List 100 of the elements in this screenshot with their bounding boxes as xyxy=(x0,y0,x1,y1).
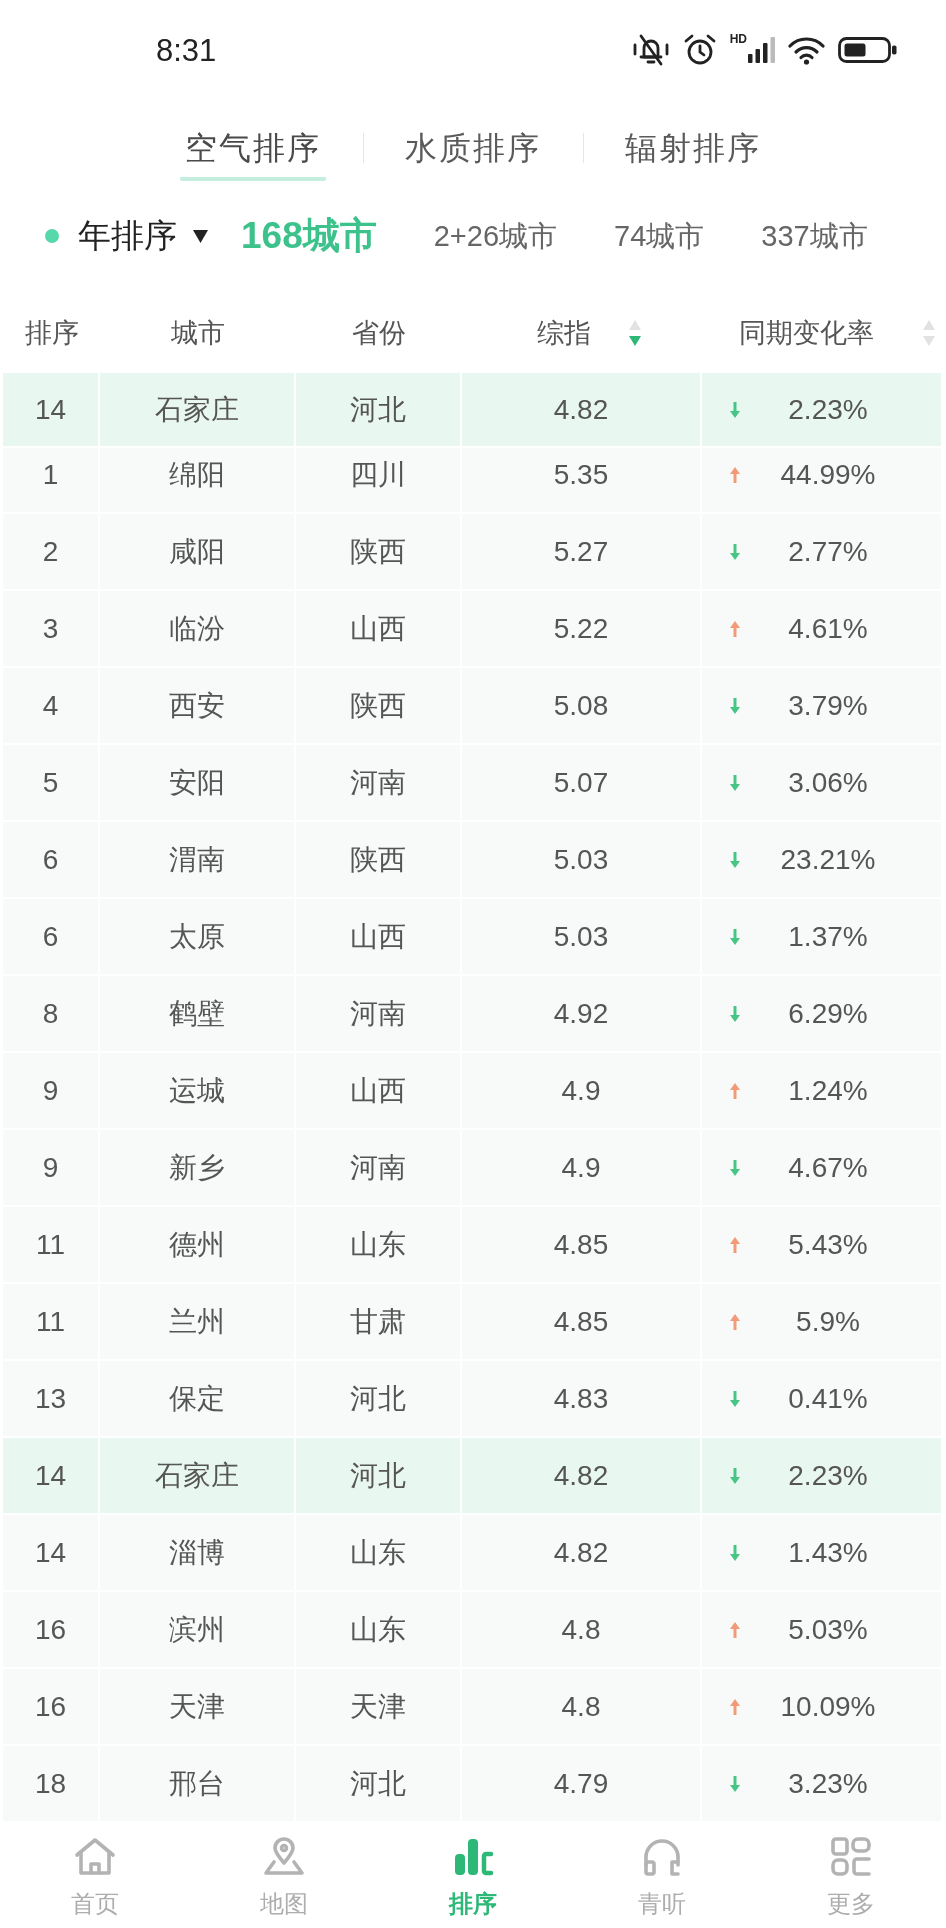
table-cell: 新乡 xyxy=(100,1130,296,1205)
change-rate-text: 10.09% xyxy=(779,1689,877,1724)
table-cell: 4.83 xyxy=(462,1361,702,1436)
table-cell: 1 xyxy=(3,448,100,512)
table-cell: 石家庄 xyxy=(100,373,296,446)
change-rate-text: 3.06% xyxy=(787,765,869,800)
table-cell: 滨州 xyxy=(100,1592,296,1667)
table-cell: 9 xyxy=(3,1130,100,1205)
table-cell: 11 xyxy=(3,1284,100,1359)
table-cell: 鹤壁 xyxy=(100,976,296,1051)
table-cell: 运城 xyxy=(100,1053,296,1128)
grid-icon xyxy=(829,1835,874,1879)
change-rate-text: 4.67% xyxy=(787,1150,869,1185)
change-rate-text: 3.79% xyxy=(787,688,869,723)
table-cell: 陕西 xyxy=(296,822,462,897)
table-cell: 5.03 xyxy=(462,822,702,897)
table-cell: 11 xyxy=(3,1207,100,1282)
table-cell: 4.82 xyxy=(462,1515,702,1590)
table-cell: 石家庄 xyxy=(100,1438,296,1513)
change-rate-text: 1.24% xyxy=(787,1073,869,1108)
table-cell: 4 xyxy=(3,668,100,743)
city-group-option[interactable]: 337城市 xyxy=(761,215,868,257)
table-cell: 河南 xyxy=(296,976,462,1051)
table-cell: 西安 xyxy=(100,668,296,743)
change-rate-text: 44.99% xyxy=(779,457,877,492)
table-cell: 4.79 xyxy=(462,1746,702,1821)
change-rate-text: 2.77% xyxy=(787,534,869,569)
table-cell: 4.9 xyxy=(462,1130,702,1205)
dot-icon xyxy=(45,229,59,243)
table-cell: 18 xyxy=(3,1746,100,1821)
change-rate-text: 23.21% xyxy=(779,842,877,877)
table-cell: 6 xyxy=(3,899,100,974)
table-cell: 德州 xyxy=(100,1207,296,1282)
city-group-option[interactable]: 2+26城市 xyxy=(433,215,558,257)
change-rate-text: 6.29% xyxy=(787,996,869,1031)
table-cell: 4.92 xyxy=(462,976,702,1051)
muted-bell-icon xyxy=(631,33,670,67)
table-cell: 4.8 xyxy=(462,1592,702,1667)
battery-icon xyxy=(838,37,897,63)
table-cell: 14 xyxy=(3,373,100,446)
table-cell: 保定 xyxy=(100,1361,296,1436)
table-cell: 4.8 xyxy=(462,1669,702,1744)
table-cell: 四川 xyxy=(296,448,462,512)
alarm-clock-icon xyxy=(682,33,717,67)
table-cell: 陕西 xyxy=(296,668,462,743)
table-cell: 5.35 xyxy=(462,448,702,512)
table-cell: 5.27 xyxy=(462,514,702,589)
change-rate-text: 5.9% xyxy=(795,1304,861,1339)
table-cell: 山西 xyxy=(296,591,462,666)
wifi-icon xyxy=(788,35,825,65)
table-cell: 临汾 xyxy=(100,591,296,666)
table-cell: 河北 xyxy=(296,1361,462,1436)
column-header[interactable]: 同期变化率 xyxy=(738,315,935,351)
table-cell: 14 xyxy=(3,1438,100,1513)
table-cell: 14 xyxy=(3,1515,100,1590)
table-cell: 绵阳 xyxy=(100,448,296,512)
table-cell: 兰州 xyxy=(100,1284,296,1359)
table-cell: 5 xyxy=(3,745,100,820)
table-cell: 4.9 xyxy=(462,1053,702,1128)
change-rate-text: 1.43% xyxy=(787,1535,869,1570)
change-rate-text: 2.23% xyxy=(787,1458,869,1493)
table-cell: 5.07 xyxy=(462,745,702,820)
table-cell: 4.82 xyxy=(462,373,702,446)
table-cell: 天津 xyxy=(100,1669,296,1744)
city-group-option[interactable]: 74城市 xyxy=(614,215,705,257)
table-cell: 山东 xyxy=(296,1592,462,1667)
column-header[interactable]: 综指 xyxy=(537,315,641,351)
change-rate-text: 3.23% xyxy=(787,1766,869,1801)
table-cell: 山西 xyxy=(296,1053,462,1128)
table-cell: 河北 xyxy=(296,373,462,446)
table-cell: 4.85 xyxy=(462,1207,702,1282)
table-cell: 甘肃 xyxy=(296,1284,462,1359)
table-cell: 13 xyxy=(3,1361,100,1436)
tab[interactable]: 辐射排序 xyxy=(620,128,766,181)
table-cell: 4.85 xyxy=(462,1284,702,1359)
table-cell: 陕西 xyxy=(296,514,462,589)
table-cell: 山东 xyxy=(296,1515,462,1590)
table-cell: 3 xyxy=(3,591,100,666)
table-cell: 2 xyxy=(3,514,100,589)
tab[interactable]: 空气排序 xyxy=(180,128,326,181)
tab[interactable]: 水质排序 xyxy=(400,128,546,181)
change-rate-text: 5.03% xyxy=(787,1612,869,1647)
table-cell: 5.22 xyxy=(462,591,702,666)
table-cell: 太原 xyxy=(100,899,296,974)
column-header: 排序 xyxy=(24,317,79,350)
caret-icon xyxy=(193,229,208,243)
change-rate-text: 0.41% xyxy=(787,1381,869,1416)
table-cell: 淄博 xyxy=(100,1515,296,1590)
table-cell: 安阳 xyxy=(100,745,296,820)
column-header: 城市 xyxy=(171,317,225,350)
table-cell: 5.03 xyxy=(462,899,702,974)
table-cell: 6 xyxy=(3,822,100,897)
table-cell: 河南 xyxy=(296,745,462,820)
column-header: 省份 xyxy=(352,317,406,350)
table-cell: 16 xyxy=(3,1592,100,1667)
table-cell: 山西 xyxy=(296,899,462,974)
signal-icon xyxy=(748,37,775,63)
table-cell: 渭南 xyxy=(100,822,296,897)
table-cell: 天津 xyxy=(296,1669,462,1744)
period-dropdown[interactable]: 年排序 xyxy=(78,216,208,256)
